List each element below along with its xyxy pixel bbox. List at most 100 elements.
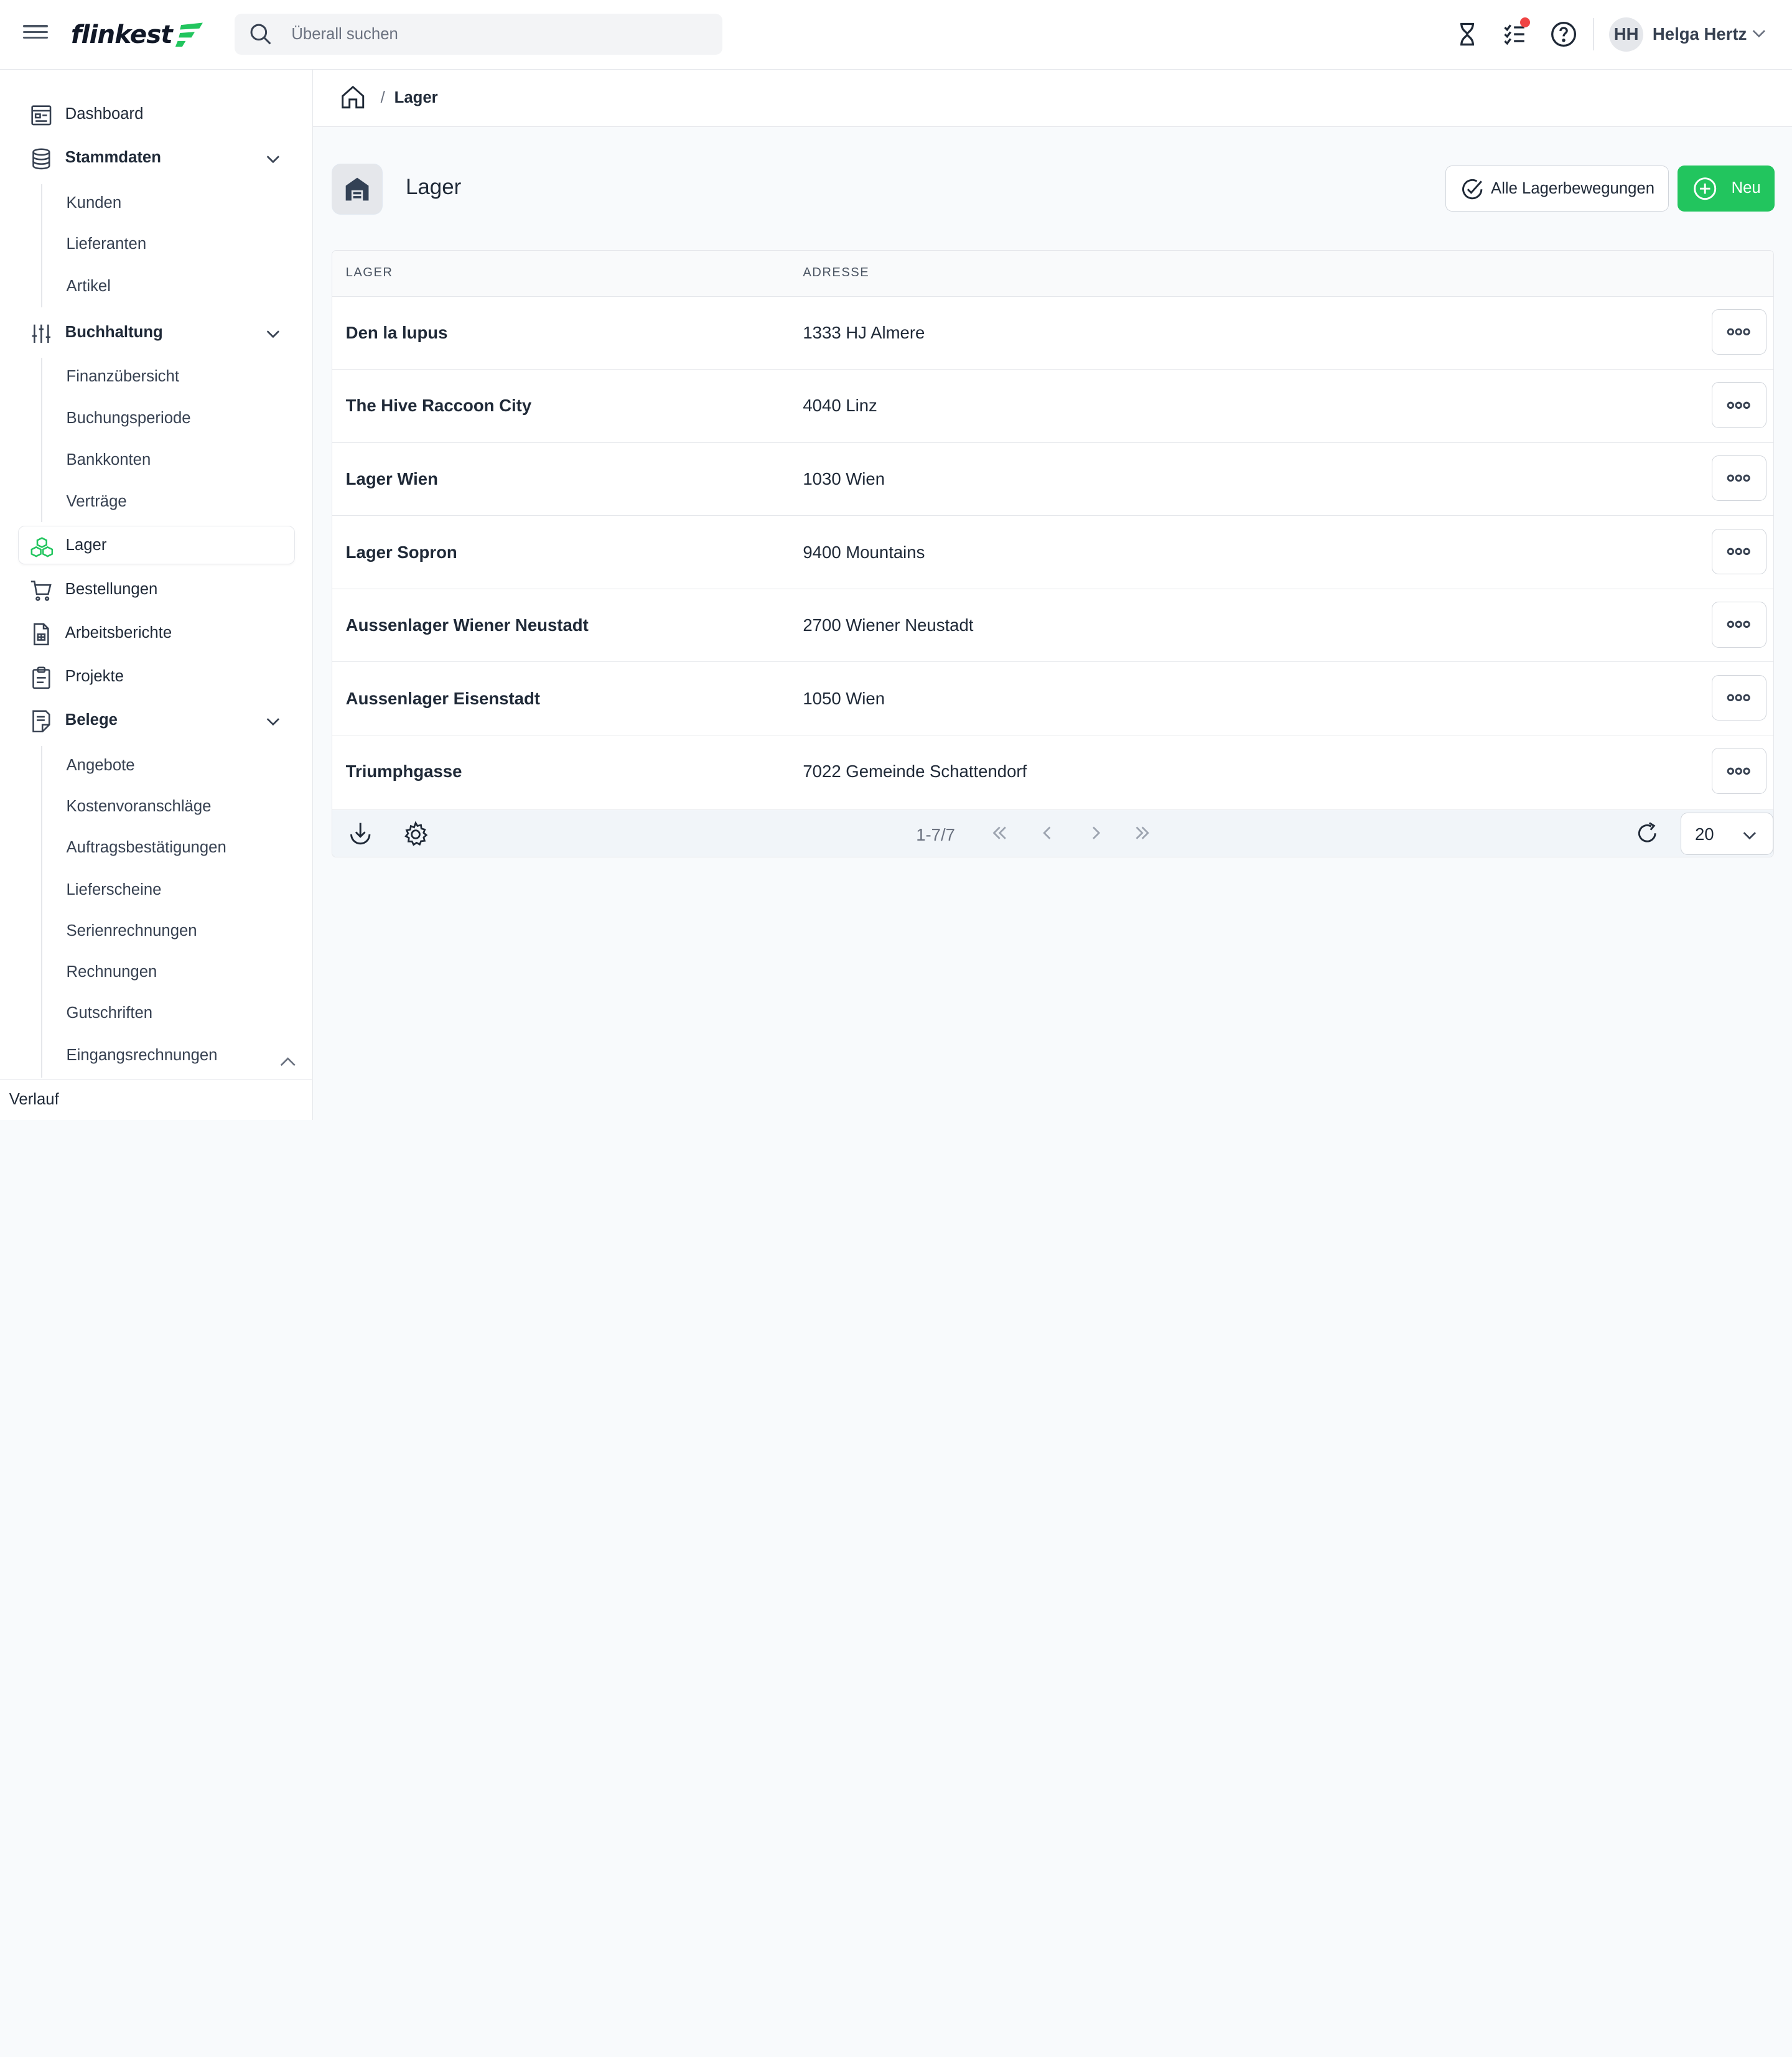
chevron-down-icon[interactable] <box>265 713 281 729</box>
refresh-icon[interactable] <box>1635 821 1659 846</box>
sidebar-subitem-eingangsrechnungen[interactable]: Eingangsrechnungen <box>67 1047 218 1065</box>
sidebar-item-label: Projekte <box>65 667 124 685</box>
sidebar-subitem-bankkonten[interactable]: Bankkonten <box>67 451 151 469</box>
all-stock-movements-button[interactable]: Alle Lagerbewegungen <box>1445 166 1669 212</box>
download-icon[interactable] <box>348 821 373 846</box>
next-page-icon[interactable] <box>1086 824 1104 842</box>
more-icon <box>1727 621 1751 628</box>
new-button[interactable]: Neu <box>1678 166 1775 212</box>
help-icon[interactable] <box>1550 21 1577 48</box>
sidebar-item-label: Bestellungen <box>65 581 158 599</box>
table-row[interactable]: Lager Sopron 9400 Mountains <box>332 516 1773 589</box>
last-page-icon[interactable] <box>1133 824 1151 842</box>
sidebar-subitem-gutschriften[interactable]: Gutschriften <box>67 1004 153 1022</box>
sidebar-item-label: Stammdaten <box>65 148 161 166</box>
settings-icon[interactable] <box>402 821 429 848</box>
sidebar-item-arbeitsberichte[interactable]: Arbeitsberichte <box>18 613 294 652</box>
breadcrumb-separator: / <box>380 89 385 107</box>
sidebar-subitem-angebote[interactable]: Angebote <box>67 757 135 775</box>
history-panel[interactable]: Verlauf <box>0 1078 312 1120</box>
chevron-down-icon[interactable] <box>265 325 281 342</box>
first-page-icon[interactable] <box>991 824 1009 842</box>
sidebar-subitem-auftragsbestaetigungen[interactable]: Auftragsbestätigungen <box>67 839 226 857</box>
tree-line <box>41 746 42 1078</box>
sidebar-item-label: Dashboard <box>65 105 144 123</box>
table-row[interactable]: The Hive Raccoon City 4040 Linz <box>332 370 1773 443</box>
sidebar-item-stammdaten[interactable]: Stammdaten <box>18 138 294 177</box>
sidebar-item-label: Arbeitsberichte <box>65 624 172 642</box>
row-actions-button[interactable] <box>1711 309 1766 355</box>
warehouse-address: 2700 Wiener Neustadt <box>803 615 974 635</box>
breadcrumb: / Lager <box>313 70 1792 127</box>
database-icon <box>32 148 50 170</box>
table-row[interactable]: Aussenlager Wiener Neustadt 2700 Wiener … <box>332 589 1773 663</box>
table-row[interactable]: Den la lupus 1333 HJ Almere <box>332 296 1773 370</box>
chevron-up-icon[interactable] <box>279 1053 297 1071</box>
more-icon <box>1727 328 1751 336</box>
sidebar-subitem-lieferanten[interactable]: Lieferanten <box>67 235 147 253</box>
app-window: flinkest Überall suchen HH Helga Hertz D… <box>0 0 1792 1120</box>
sidebar-item-lager[interactable]: Lager <box>18 525 295 565</box>
sidebar-item-dashboard[interactable]: Dashboard <box>18 95 294 133</box>
menu-icon[interactable] <box>22 22 49 47</box>
sidebar-subitem-kostenvoranschlaege[interactable]: Kostenvoranschläge <box>67 798 212 816</box>
sidebar-item-bestellungen[interactable]: Bestellungen <box>18 571 294 609</box>
sidebar-item-buchhaltung[interactable]: Buchhaltung <box>18 313 294 352</box>
warehouse-name: Triumphgasse <box>345 762 462 781</box>
page-size-select[interactable]: 20 <box>1680 813 1773 855</box>
movements-icon <box>1462 179 1483 199</box>
warehouse-address: 7022 Gemeinde Schattendorf <box>803 762 1027 781</box>
more-icon <box>1727 767 1751 775</box>
more-icon <box>1727 548 1751 555</box>
sidebar-subitem-serienrechnungen[interactable]: Serienrechnungen <box>67 922 197 940</box>
tree-line <box>41 184 42 308</box>
user-name[interactable]: Helga Hertz <box>1653 24 1747 44</box>
sidebar-subitem-kunden[interactable]: Kunden <box>67 194 122 212</box>
warehouse-icon <box>345 177 369 201</box>
row-actions-button[interactable] <box>1711 528 1766 574</box>
home-icon[interactable] <box>340 85 365 110</box>
table-row[interactable]: Triumphgasse 7022 Gemeinde Schattendorf <box>332 735 1773 809</box>
search-input[interactable] <box>291 14 703 55</box>
more-icon <box>1727 694 1751 702</box>
page-size-value: 20 <box>1694 824 1714 844</box>
warehouse-header-icon <box>331 163 383 215</box>
column-header-adresse[interactable]: ADRESSE <box>803 266 869 280</box>
sidebar-subitem-buchungsperiode[interactable]: Buchungsperiode <box>67 409 191 427</box>
hourglass-icon[interactable] <box>1454 21 1481 48</box>
chevron-down-icon[interactable] <box>1751 25 1767 41</box>
boxes-icon <box>30 536 53 557</box>
chevron-down-icon[interactable] <box>265 151 281 167</box>
sidebar-item-label: Lager <box>65 536 107 554</box>
row-actions-button[interactable] <box>1711 382 1766 428</box>
tasks-button[interactable] <box>1501 17 1531 48</box>
sidebar-subitem-artikel[interactable]: Artikel <box>67 278 111 296</box>
row-actions-button[interactable] <box>1711 455 1766 501</box>
row-actions-button[interactable] <box>1711 674 1766 721</box>
sidebar-item-projekte[interactable]: Projekte <box>18 657 294 696</box>
history-label: Verlauf <box>9 1091 59 1109</box>
all-stock-movements-label: Alle Lagerbewegungen <box>1491 180 1655 198</box>
prev-page-icon[interactable] <box>1038 824 1057 842</box>
warehouse-address: 1333 HJ Almere <box>803 322 925 342</box>
pagination-info: 1-7/7 <box>916 825 955 845</box>
chevron-down-icon <box>1743 832 1757 840</box>
receipt-icon <box>32 710 50 732</box>
report-icon <box>33 623 49 646</box>
logo[interactable]: flinkest <box>71 16 204 53</box>
row-actions-button[interactable] <box>1711 602 1766 648</box>
sidebar-item-belege[interactable]: Belege <box>18 701 294 739</box>
warehouse-address: 1050 Wien <box>803 688 885 708</box>
sidebar-subitem-finanzuebersicht[interactable]: Finanzübersicht <box>67 368 179 386</box>
column-header-lager[interactable]: LAGER <box>346 266 393 280</box>
table-row[interactable]: Lager Wien 1030 Wien <box>332 442 1773 516</box>
sidebar-subitem-vertraege[interactable]: Verträge <box>67 493 127 511</box>
sidebar-subitem-lieferscheine[interactable]: Lieferscheine <box>67 881 162 899</box>
page-title: Lager <box>406 175 462 199</box>
row-actions-button[interactable] <box>1711 748 1766 794</box>
table-row[interactable]: Aussenlager Eisenstadt 1050 Wien <box>332 662 1773 735</box>
table-header: LAGER ADRESSE <box>332 251 1773 297</box>
sidebar-subitem-rechnungen[interactable]: Rechnungen <box>67 963 157 981</box>
dashboard-icon <box>31 105 52 126</box>
avatar[interactable]: HH <box>1609 17 1644 52</box>
